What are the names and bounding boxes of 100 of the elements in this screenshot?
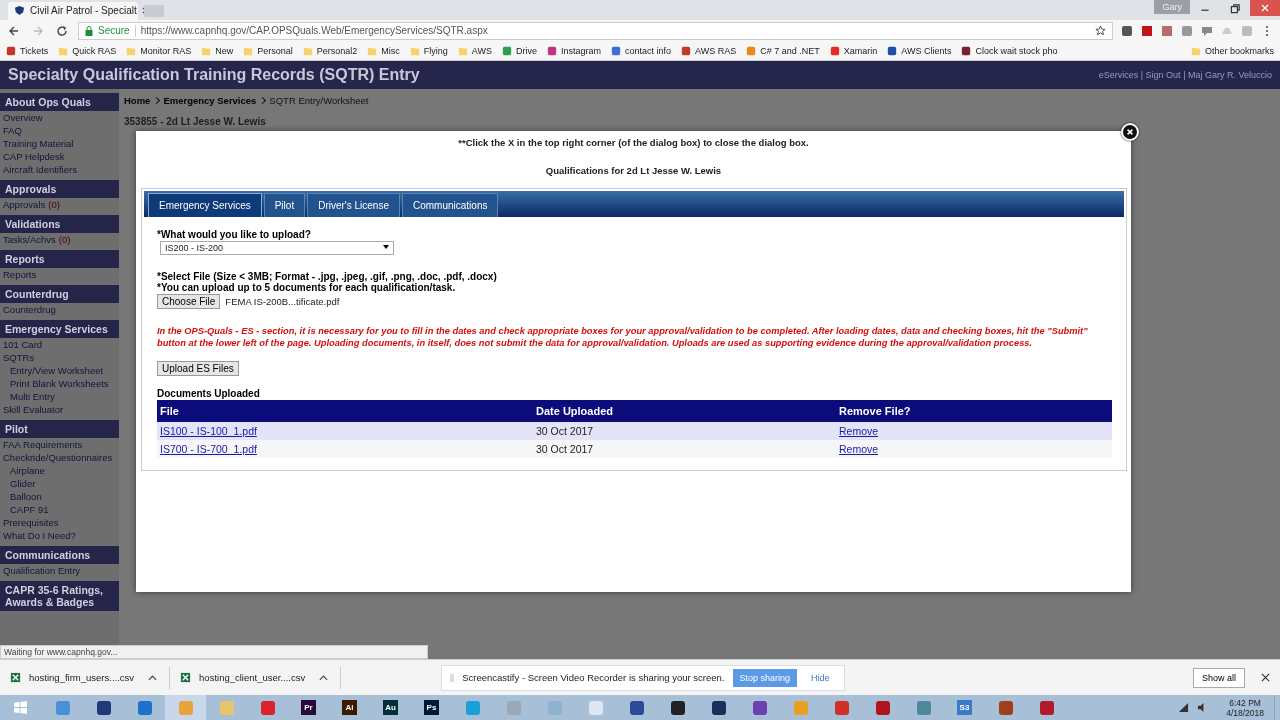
bookmark[interactable]: Xamarin: [829, 45, 878, 56]
caret-icon[interactable]: [383, 245, 389, 251]
section-heading: Validations: [0, 214, 119, 233]
count: (0): [58, 233, 71, 245]
back-icon[interactable]: [8, 24, 20, 37]
bookmark[interactable]: AWS RAS: [681, 45, 737, 56]
bookmark[interactable]: Monitor RAS: [126, 45, 192, 56]
upload-select[interactable]: IS200 - IS-200: [160, 240, 394, 255]
choose-file-button[interactable]: Choose File: [157, 293, 221, 309]
file-link[interactable]: IS700 - IS-700_1.pdf: [160, 442, 257, 455]
bookmark[interactable]: Other bookmarks: [1190, 45, 1274, 56]
app-icon[interactable]: [669, 699, 686, 716]
star-icon[interactable]: [1095, 25, 1106, 37]
download-item[interactable]: hosting_client_user....csv: [180, 666, 342, 689]
dialog-heading: Qualifications for 2d Lt Jesse W. Lewis: [545, 164, 722, 176]
app-icon[interactable]: Au: [383, 700, 398, 715]
bookmark[interactable]: Personal: [243, 45, 293, 56]
upload-button[interactable]: Upload ES Files: [157, 360, 239, 376]
warning-text: In the OPS-Quals - ES - section, it is necessary for you to fill in the dates and check appropriate boxes for your approval/validation to be completed. After loading dates, data and checking boxes, hit the "Submit" button at the lower left of the page. Uploading documents, in itself, does not submit the data for approval/validation. Uploads are used as supporting evidence during the approval/validation process.: [157, 324, 1089, 349]
app-icon[interactable]: [874, 699, 891, 716]
section-title: Documents Uploaded: [157, 387, 261, 399]
user-links[interactable]: eServices | Sign Out | Maj Gary R. Veluccio: [1098, 69, 1272, 80]
column-header: Remove File?: [839, 404, 912, 417]
app-icon[interactable]: Ai: [342, 700, 357, 715]
field-label: *Select File (Size < 3MB; Format - .jpg, .jpeg, .gif, .png, .doc, .pdf, .docx): [157, 270, 498, 282]
section-heading: Emergency Services: [0, 319, 119, 338]
extension-icon[interactable]: [1161, 24, 1173, 37]
dialog-note: **Click the X in the top right corner (of the dialog box) to close the dialog box.: [458, 136, 809, 148]
file-link[interactable]: IS100 - IS-100_1.pdf: [160, 424, 257, 437]
tab[interactable]: Emergency Services: [148, 192, 262, 217]
bookmark[interactable]: Flying: [409, 45, 448, 56]
show-all-button[interactable]: Show all: [1192, 667, 1245, 688]
hide-button[interactable]: Hide: [805, 671, 836, 684]
app-icon[interactable]: Pr: [301, 700, 316, 715]
bookmark[interactable]: Clock wait stock pho: [961, 45, 1058, 56]
member-name: 353855 - 2d Lt Jesse W. Lewis: [124, 115, 267, 127]
date-text: 30 Oct 2017: [536, 424, 594, 437]
section-heading: Counterdrug: [0, 284, 119, 303]
bookmark[interactable]: AWS Clients: [887, 45, 952, 56]
reload-icon[interactable]: [56, 24, 68, 37]
section-heading: Pilot: [0, 419, 119, 438]
app-icon[interactable]: S3: [957, 700, 972, 715]
extension-icon[interactable]: [1121, 24, 1133, 37]
count: (0): [48, 198, 60, 210]
bookmark[interactable]: New: [201, 45, 234, 56]
close-icon[interactable]: [1261, 673, 1270, 683]
app-icon[interactable]: [1038, 699, 1055, 716]
bookmark[interactable]: Misc: [367, 45, 400, 56]
app-icon[interactable]: [95, 699, 112, 716]
bookmark[interactable]: Instagram: [547, 45, 602, 56]
bookmark[interactable]: Quick RAS: [58, 45, 117, 56]
sidebar-link[interactable]: CAPF 91: [10, 503, 49, 515]
breadcrumb-link[interactable]: SQTR Entry/Worksheet: [269, 94, 369, 106]
bookmark[interactable]: Personal2: [302, 45, 358, 56]
remove-link[interactable]: Remove: [839, 424, 879, 437]
site-icon: [6, 45, 16, 56]
section-heading: Communications: [0, 545, 119, 564]
tab[interactable]: Communications: [402, 192, 499, 217]
tab[interactable]: Driver's License: [307, 192, 400, 217]
spreadsheet-icon: [10, 672, 21, 684]
bookmark[interactable]: AWS: [457, 45, 492, 56]
extension-icon[interactable]: [1141, 24, 1153, 37]
breadcrumb-link[interactable]: Emergency Services: [163, 94, 257, 106]
address-bar[interactable]: Secure https://www.capnhq.gov/CAP.OPSQuals.Web/EmergencyServices/SQTR.aspx: [78, 21, 1113, 40]
extension-icon[interactable]: [1201, 24, 1213, 37]
clock-time: 6:42 PM: [1229, 697, 1261, 708]
site-icon: [502, 45, 512, 56]
bookmark[interactable]: Drive: [502, 45, 537, 56]
site-icon: [887, 45, 898, 56]
lock-icon: [85, 25, 93, 36]
page-title: Specialty Qualification Training Records (SQTR) Entry: [8, 65, 420, 84]
tab[interactable]: Pilot: [263, 192, 306, 217]
site-icon: [961, 45, 972, 56]
app-icon[interactable]: [628, 699, 645, 716]
site-icon: [547, 45, 557, 56]
clock-date: 4/18/2018: [1226, 707, 1264, 718]
download-item[interactable]: hosting_firm_users....csv: [10, 666, 171, 689]
shield-icon: [14, 5, 25, 17]
site-icon: [746, 45, 757, 56]
breadcrumb-link[interactable]: Home: [124, 94, 151, 106]
spreadsheet-icon: [180, 672, 192, 684]
site-icon: [611, 45, 622, 56]
bookmark[interactable]: Tickets: [6, 45, 49, 56]
caret-icon[interactable]: [319, 674, 329, 681]
remove-link[interactable]: Remove: [839, 442, 879, 455]
network-icon[interactable]: [1178, 702, 1190, 713]
section-heading: CAPR 35-6 Ratings, Awards & Badges: [0, 580, 119, 611]
column-header: Date Uploaded: [536, 404, 614, 417]
section-heading: Reports: [0, 249, 119, 268]
notice-text: Screencastify - Screen Video Recorder is sharing your screen.: [462, 672, 725, 684]
app-icon[interactable]: [710, 699, 727, 716]
status-text: Waiting for www.capnhq.gov...: [0, 645, 428, 660]
file-name: FEMA IS-200B...tificate.pdf: [225, 295, 340, 307]
caret-icon[interactable]: [148, 674, 158, 681]
field-label: *You can upload up to 5 documents for each qualification/task.: [157, 281, 456, 293]
bookmark[interactable]: C# 7 and .NET: [746, 45, 820, 56]
bookmark[interactable]: contact info: [611, 45, 672, 56]
column-header: File: [160, 404, 180, 417]
app-icon[interactable]: [751, 699, 768, 716]
app-icon[interactable]: Ps: [424, 700, 439, 715]
